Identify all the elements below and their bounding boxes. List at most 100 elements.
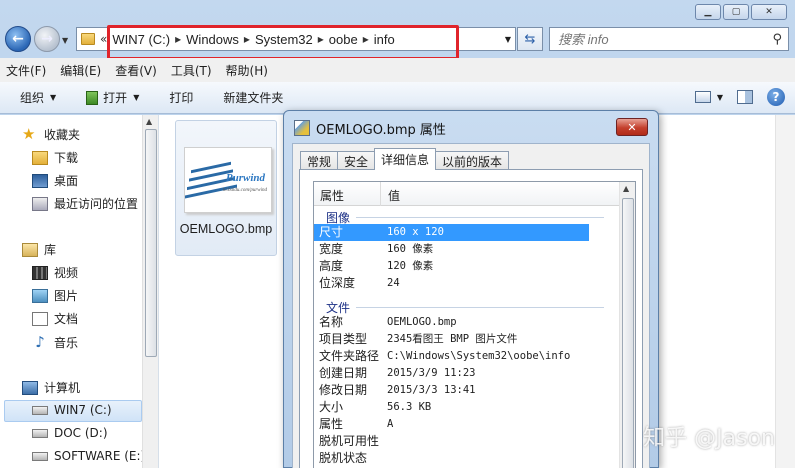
open-label: 打开 bbox=[103, 91, 128, 105]
thumb-logo-text: Purwind bbox=[225, 172, 265, 184]
menu-file[interactable]: 文件(F) bbox=[6, 62, 46, 79]
nav-computer[interactable]: 计算机 bbox=[22, 379, 80, 396]
property-row[interactable]: 宽度 160 像素 bbox=[314, 241, 589, 258]
property-row[interactable]: 文件夹路径 C:\Windows\System32\oobe\info bbox=[314, 348, 589, 365]
nav-label: 库 bbox=[44, 243, 57, 257]
property-row[interactable]: 位深度 24 bbox=[314, 275, 589, 292]
overflow-chevron[interactable]: « bbox=[100, 32, 107, 46]
property-value: 160 像素 bbox=[387, 243, 434, 255]
property-value: C:\Windows\System32\oobe\info bbox=[387, 350, 571, 362]
file-name-label: OEMLOGO.bmp bbox=[179, 222, 273, 236]
drive-icon bbox=[32, 428, 48, 438]
video-icon bbox=[32, 265, 48, 280]
menu-view[interactable]: 查看(V) bbox=[115, 62, 157, 79]
property-value: OEMLOGO.bmp bbox=[387, 316, 457, 328]
open-button[interactable]: 打开 ▼ bbox=[86, 89, 139, 106]
nav-recent[interactable]: 最近访问的位置 bbox=[32, 195, 138, 212]
tab-details[interactable]: 详细信息 bbox=[374, 148, 437, 170]
organize-button[interactable]: 组织 ▼ bbox=[20, 89, 56, 106]
property-name: 高度 bbox=[319, 259, 344, 273]
crumb-separator-icon[interactable]: ▸ bbox=[363, 32, 369, 46]
tab-general[interactable]: 常规 bbox=[300, 151, 339, 170]
minimize-button[interactable]: ▁ bbox=[695, 4, 721, 20]
property-row[interactable]: 尺寸 160 x 120 bbox=[314, 224, 589, 241]
forward-button[interactable]: → bbox=[34, 26, 60, 52]
drive-icon bbox=[32, 451, 48, 461]
nav-scroll-thumb[interactable] bbox=[145, 129, 157, 357]
desktop-icon bbox=[32, 173, 48, 188]
maximize-button[interactable]: ▢ bbox=[723, 4, 749, 20]
file-thumbnail: Purwind hi.baidu.com/purwind bbox=[184, 147, 272, 213]
search-input[interactable] bbox=[550, 31, 760, 47]
property-name: 脱机状态 bbox=[319, 451, 368, 465]
nav-documents[interactable]: 文档 bbox=[32, 310, 78, 327]
dialog-close-button[interactable]: ✕ bbox=[616, 118, 648, 136]
property-row[interactable]: 高度 120 像素 bbox=[314, 258, 589, 275]
new-folder-button[interactable]: 新建文件夹 bbox=[223, 89, 283, 106]
crumb-system32[interactable]: System32 bbox=[255, 32, 313, 47]
crumb-windows[interactable]: Windows bbox=[186, 32, 239, 47]
property-value: 2015/3/3 13:41 bbox=[387, 384, 476, 396]
scroll-up-icon[interactable]: ▲ bbox=[623, 184, 629, 193]
property-row[interactable]: 名称 OEMLOGO.bmp bbox=[314, 314, 589, 331]
nav-label: 图片 bbox=[54, 289, 79, 303]
property-row[interactable]: 项目类型 2345看图王 BMP 图片文件 bbox=[314, 331, 589, 348]
nav-drive-d[interactable]: DOC (D:) bbox=[32, 426, 108, 440]
menu-edit[interactable]: 编辑(E) bbox=[60, 62, 101, 79]
search-icon[interactable]: ⚲ bbox=[772, 32, 782, 47]
navigation-pane: ★ 收藏夹 下载 桌面 最近访问的位置 库 视频 图片 文档 ♪ 音乐 计算机 … bbox=[0, 115, 158, 468]
back-button[interactable]: ← bbox=[5, 26, 31, 52]
nav-favorites[interactable]: ★ 收藏夹 bbox=[22, 125, 80, 143]
property-scroll-thumb[interactable] bbox=[622, 198, 634, 468]
property-name: 大小 bbox=[319, 400, 344, 414]
nav-pictures[interactable]: 图片 bbox=[32, 287, 78, 304]
property-row[interactable]: 创建日期 2015/3/9 11:23 bbox=[314, 365, 589, 382]
file-item-oemlogo[interactable]: Purwind hi.baidu.com/purwind OEMLOGO.bmp bbox=[175, 120, 277, 256]
nav-libraries[interactable]: 库 bbox=[22, 241, 56, 258]
column-header-value[interactable]: 值 bbox=[388, 187, 400, 204]
scroll-up-icon[interactable]: ▲ bbox=[146, 117, 152, 126]
close-window-button[interactable]: ✕ bbox=[751, 4, 787, 20]
help-icon[interactable]: ? bbox=[767, 88, 785, 106]
property-row[interactable]: 脱机可用性 bbox=[314, 433, 589, 450]
property-value: 160 x 120 bbox=[387, 226, 444, 238]
windows-drive-icon bbox=[32, 405, 48, 415]
address-dropdown-icon[interactable]: ▼ bbox=[505, 35, 511, 44]
property-value: 2015/3/9 11:23 bbox=[387, 367, 476, 379]
property-row[interactable]: 大小 56.3 KB bbox=[314, 399, 589, 416]
preview-pane-icon[interactable] bbox=[737, 90, 753, 104]
nav-music[interactable]: ♪ 音乐 bbox=[32, 333, 78, 351]
column-header-property[interactable]: 属性 bbox=[320, 187, 344, 204]
menu-help[interactable]: 帮助(H) bbox=[226, 62, 268, 79]
nav-label: DOC (D:) bbox=[54, 426, 108, 440]
nav-downloads[interactable]: 下载 bbox=[32, 149, 78, 166]
nav-scrollbar[interactable]: ▲ bbox=[142, 115, 158, 468]
crumb-info[interactable]: info bbox=[374, 32, 395, 47]
address-bar[interactable]: « WIN7 (C:) ▸ Windows ▸ System32 ▸ oobe … bbox=[76, 27, 516, 51]
print-button[interactable]: 打印 bbox=[169, 89, 193, 106]
crumb-separator-icon[interactable]: ▸ bbox=[244, 32, 250, 46]
refresh-button[interactable]: ⇆ bbox=[517, 27, 543, 51]
nav-videos[interactable]: 视频 bbox=[32, 264, 78, 281]
property-row[interactable]: 属性 A bbox=[314, 416, 589, 433]
minimize-icon: ▁ bbox=[704, 7, 712, 17]
recent-pages-dropdown[interactable]: ▼ bbox=[62, 36, 68, 45]
nav-desktop[interactable]: 桌面 bbox=[32, 172, 78, 189]
property-row[interactable]: 脱机状态 bbox=[314, 450, 589, 467]
nav-drive-c[interactable]: WIN7 (C:) bbox=[32, 403, 112, 417]
crumb-separator-icon[interactable]: ▸ bbox=[318, 32, 324, 46]
tab-security[interactable]: 安全 bbox=[337, 151, 376, 170]
menu-tools[interactable]: 工具(T) bbox=[171, 62, 212, 79]
nav-label: SOFTWARE (E:) bbox=[54, 449, 146, 463]
crumb-drive[interactable]: WIN7 (C:) bbox=[112, 32, 170, 47]
change-view-button[interactable]: ▼ bbox=[694, 91, 723, 103]
property-name: 创建日期 bbox=[319, 366, 368, 380]
tab-previous-versions[interactable]: 以前的版本 bbox=[435, 151, 510, 170]
column-divider[interactable] bbox=[380, 182, 381, 206]
nav-drive-e[interactable]: SOFTWARE (E:) bbox=[32, 449, 145, 463]
property-row[interactable]: 修改日期 2015/3/3 13:41 bbox=[314, 382, 589, 399]
crumb-oobe[interactable]: oobe bbox=[329, 32, 358, 47]
crumb-separator-icon[interactable]: ▸ bbox=[175, 32, 181, 46]
file-area-scrollbar[interactable] bbox=[775, 115, 795, 468]
property-scrollbar[interactable]: ▲ bbox=[619, 182, 635, 468]
